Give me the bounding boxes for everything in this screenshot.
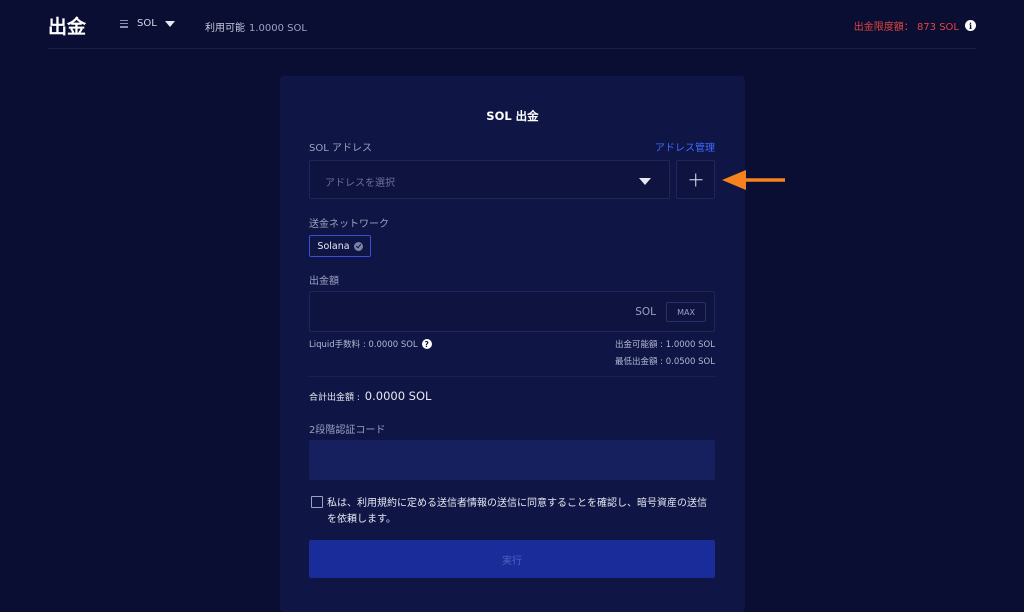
address-placeholder: アドレスを選択 <box>325 178 395 189</box>
agree-text: 私は、利用規約に定める送信者情報の送信に同意することを確認し、暗号資産の送信を依… <box>327 498 707 525</box>
amount-input[interactable]: SOL MAX <box>309 291 715 332</box>
limit-text: 出金限度額： 873 SOL <box>853 22 959 33</box>
agree-checkbox[interactable] <box>311 496 323 508</box>
minimum-amount: 最低出金額 : 0.0500 SOL <box>614 357 715 367</box>
available-value: 1.0000 SOL <box>249 23 307 34</box>
max-button[interactable]: MAX <box>666 302 706 322</box>
page-title: 出金 <box>48 16 87 38</box>
chevron-down-icon <box>164 20 175 27</box>
total-amount: 合計出金額 : 0.0000 SOL <box>309 389 431 403</box>
arrow-annotation-icon <box>722 170 785 190</box>
available-balance: 利用可能 1.0000 SOL <box>205 19 307 34</box>
info-icon[interactable]: i <box>965 20 976 31</box>
currency-label: SOL <box>137 18 157 29</box>
amount-unit: SOL <box>635 306 656 318</box>
network-label: 送金ネットワーク <box>309 219 389 230</box>
twofa-code-input[interactable] <box>309 440 715 480</box>
form-title: SOL 出金 <box>486 109 539 123</box>
address-manage-link[interactable]: アドレス管理 <box>655 139 715 154</box>
fee-info: Liquid手数料 : 0.0000 SOL ? <box>309 338 432 350</box>
withdraw-form-card: SOL 出金 SOL アドレス アドレス管理 アドレスを選択 送金ネットワーク … <box>280 76 745 612</box>
top-bar: 出金 SOL 利用可能 1.0000 SOL 出金限度額： 873 SOL i <box>48 0 976 49</box>
total-label: 合計出金額 : <box>309 393 360 403</box>
currency-selector[interactable]: SOL <box>120 18 175 29</box>
fee-text: Liquid手数料 : 0.0000 SOL <box>309 340 418 350</box>
address-select[interactable]: アドレスを選択 <box>309 160 670 199</box>
withdrawal-limit: 出金限度額： 873 SOL i <box>854 18 976 33</box>
network-chip-solana[interactable]: Solana <box>309 235 371 257</box>
help-icon[interactable]: ? <box>421 339 432 349</box>
address-label: SOL アドレス <box>309 143 372 154</box>
check-circle-icon <box>353 241 363 251</box>
twofa-label: 2段階認証コード <box>309 425 386 436</box>
available-label: 利用可能 <box>205 23 245 34</box>
list-icon <box>120 19 128 28</box>
chevron-down-icon <box>639 178 651 185</box>
amount-label: 出金額 <box>309 276 339 287</box>
total-value: 0.0000 SOL <box>364 389 432 403</box>
network-value: Solana <box>317 240 350 252</box>
add-address-button[interactable] <box>676 160 715 199</box>
submit-button[interactable]: 実行 <box>309 540 715 578</box>
withdrawable-amount: 出金可能額 : 1.0000 SOL <box>614 340 715 350</box>
divider <box>309 376 715 377</box>
